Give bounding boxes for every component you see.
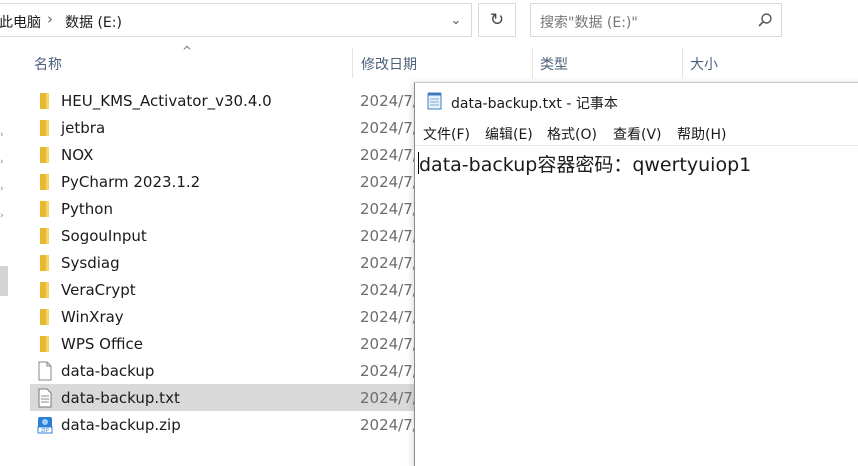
file-name: data-backup.zip — [61, 416, 181, 434]
column-divider[interactable] — [352, 48, 353, 78]
file-row[interactable]: NOX 2024/7/ — [30, 141, 420, 168]
menu-edit[interactable]: 编辑(E) — [485, 124, 533, 144]
notepad-menu-bar: 文件(F) 编辑(E) 格式(O) 查看(V) 帮助(H) — [415, 120, 858, 145]
file-row[interactable]: Python 2024/7/ — [30, 195, 420, 222]
file-name: Python — [61, 200, 113, 218]
notepad-icon — [427, 92, 442, 110]
menu-view[interactable]: 查看(V) — [613, 124, 662, 144]
file-modified-date: 2024/7/ — [360, 335, 418, 353]
file-modified-date: 2024/7/ — [360, 92, 418, 110]
file-row[interactable]: WPS Office 2024/7/ — [30, 330, 420, 357]
column-divider[interactable] — [532, 48, 533, 78]
folder-icon — [36, 253, 54, 273]
file-name: data-backup — [61, 362, 155, 380]
file-modified-date: 2024/7/ — [360, 227, 418, 245]
breadcrumb-drive[interactable]: 数据 (E:) — [65, 12, 122, 32]
search-icon — [758, 13, 772, 27]
folder-icon — [36, 199, 54, 219]
folder-icon — [36, 307, 54, 327]
address-row: 此电脑 › 数据 (E:) ⌄ ↻ 搜索"数据 (E:)" — [0, 0, 858, 44]
file-name: WPS Office — [61, 335, 143, 353]
file-row[interactable]: jetbra 2024/7/ — [30, 114, 420, 141]
file-row[interactable]: data-backup 2024/7/ — [30, 357, 420, 384]
file-name: jetbra — [61, 119, 106, 137]
file-modified-date: 2024/7/ — [360, 281, 418, 299]
file-name: Sysdiag — [61, 254, 120, 272]
notepad-title-bar[interactable]: data-backup.txt - 记事本 — [415, 83, 858, 120]
file-row[interactable]: WinXray 2024/7/ — [30, 303, 420, 330]
refresh-button[interactable]: ↻ — [478, 3, 516, 37]
expand-arrow-icon[interactable]: › — [0, 157, 6, 167]
file-name: data-backup.txt — [61, 389, 180, 407]
file-row[interactable]: SogouInput 2024/7/ — [30, 222, 420, 249]
file-name: WinXray — [61, 308, 124, 326]
file-row[interactable]: HEU_KMS_Activator_v30.4.0 2024/7/ — [30, 87, 420, 114]
file-modified-date: 2024/7/ — [360, 119, 418, 137]
file-modified-date: 2024/7/ — [360, 416, 418, 434]
folder-icon — [36, 226, 54, 246]
menu-format[interactable]: 格式(O) — [547, 124, 597, 144]
chevron-right-icon[interactable]: › — [47, 10, 53, 28]
svg-text:ZIP: ZIP — [41, 428, 49, 434]
file-modified-date: 2024/7/ — [360, 254, 418, 272]
notepad-text-area[interactable]: data-backup容器密码：qwertyuiop1 — [415, 145, 858, 466]
column-divider[interactable] — [682, 48, 683, 78]
file-name: PyCharm 2023.1.2 — [61, 173, 201, 191]
file-modified-date: 2024/7/ — [360, 146, 418, 164]
notepad-title: data-backup.txt - 记事本 — [451, 96, 618, 112]
file-modified-date: 2024/7/ — [360, 362, 418, 380]
zip-file-icon: ZIP — [36, 415, 54, 435]
file-name: HEU_KMS_Activator_v30.4.0 — [61, 92, 272, 110]
file-name: SogouInput — [61, 227, 147, 245]
folder-icon — [36, 91, 54, 111]
column-modified[interactable]: 修改日期 — [361, 54, 417, 74]
column-name[interactable]: 名称 — [34, 54, 62, 74]
notepad-content: data-backup容器密码：qwertyuiop1 — [419, 154, 752, 176]
file-row[interactable]: data-backup.txt 2024/7/ — [30, 384, 420, 411]
file-name: NOX — [61, 146, 94, 164]
search-placeholder: 搜索"数据 (E:)" — [540, 15, 638, 31]
nav-pane-scrollbar[interactable] — [0, 266, 8, 296]
address-bar[interactable]: 此电脑 › 数据 (E:) ⌄ — [0, 3, 472, 37]
folder-icon — [36, 145, 54, 165]
notepad-window: data-backup.txt - 记事本 文件(F) 编辑(E) 格式(O) … — [414, 82, 858, 466]
expand-arrow-icon[interactable]: › — [0, 184, 6, 194]
search-input[interactable]: 搜索"数据 (E:)" — [530, 3, 782, 37]
folder-icon — [36, 334, 54, 354]
sort-ascending-icon: ^ — [182, 44, 193, 58]
text-file-icon — [36, 388, 54, 408]
file-row[interactable]: Sysdiag 2024/7/ — [30, 249, 420, 276]
file-row[interactable]: PyCharm 2023.1.2 2024/7/ — [30, 168, 420, 195]
folder-icon — [36, 280, 54, 300]
blank-file-icon — [36, 361, 54, 381]
refresh-icon: ↻ — [489, 10, 505, 30]
chevron-down-icon[interactable]: ⌄ — [447, 10, 465, 32]
file-row[interactable]: ZIP data-backup.zip 2024/7/ — [30, 411, 420, 438]
column-type[interactable]: 类型 — [540, 54, 568, 74]
file-modified-date: 2024/7/ — [360, 308, 418, 326]
file-modified-date: 2024/7/ — [360, 200, 418, 218]
expand-arrow-icon[interactable]: › — [0, 130, 6, 140]
menu-help[interactable]: 帮助(H) — [677, 124, 726, 144]
file-name: VeraCrypt — [61, 281, 136, 299]
column-header-row: ^ 名称 修改日期 类型 大小 — [0, 44, 858, 82]
menu-file[interactable]: 文件(F) — [423, 124, 470, 144]
expand-arrow-icon[interactable]: › — [0, 211, 6, 221]
folder-icon — [36, 118, 54, 138]
file-row[interactable]: VeraCrypt 2024/7/ — [30, 276, 420, 303]
file-modified-date: 2024/7/ — [360, 389, 418, 407]
column-size[interactable]: 大小 — [690, 54, 718, 74]
folder-icon — [36, 172, 54, 192]
file-modified-date: 2024/7/ — [360, 173, 418, 191]
breadcrumb-this-pc[interactable]: 此电脑 — [0, 12, 41, 32]
